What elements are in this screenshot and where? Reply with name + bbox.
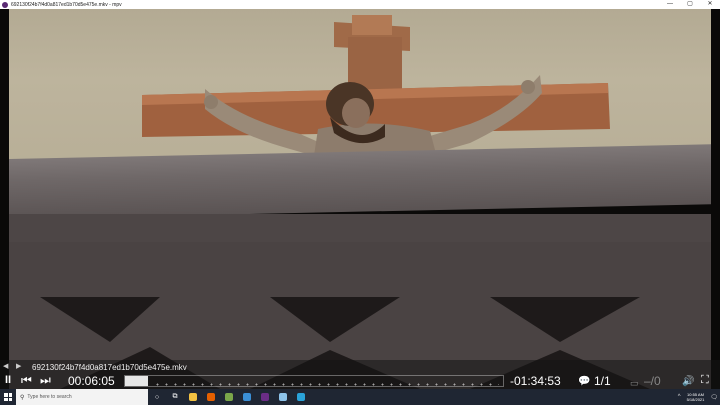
volume-button[interactable]: 🔊 bbox=[682, 375, 694, 389]
seek-bar-fill bbox=[125, 376, 148, 386]
seek-bar[interactable] bbox=[124, 375, 504, 387]
taskbar-apps: ○ ⧉ bbox=[148, 389, 310, 405]
media-title: 692130f24b7f4d0a817ed1b70d5e475e.mkv bbox=[32, 363, 187, 372]
edge-icon[interactable] bbox=[292, 389, 310, 405]
cortana-icon[interactable]: ○ bbox=[148, 389, 166, 405]
audio-track[interactable]: –/0 bbox=[644, 374, 661, 388]
title-bar[interactable]: 692130f24b7f4d0a817ed1b70d5e475e.mkv - m… bbox=[0, 0, 720, 9]
firefox-icon[interactable] bbox=[202, 389, 220, 405]
chapter-next-button[interactable]: ⏭ bbox=[40, 373, 51, 387]
maximize-button[interactable]: ▢ bbox=[680, 0, 700, 9]
file-explorer-icon[interactable] bbox=[184, 389, 202, 405]
subtitle-track[interactable]: 1/1 bbox=[594, 374, 611, 388]
fullscreen-button[interactable]: ⛶ bbox=[701, 373, 709, 387]
railing-band bbox=[9, 214, 711, 242]
mpv-icon[interactable] bbox=[256, 389, 274, 405]
mpv-window: 692130f24b7f4d0a817ed1b70d5e475e.mkv - m… bbox=[0, 0, 720, 405]
window-controls: — ▢ ✕ bbox=[660, 0, 720, 9]
window-title: 692130f24b7f4d0a817ed1b70d5e475e.mkv - m… bbox=[11, 1, 122, 8]
mpv-app-icon bbox=[2, 1, 8, 8]
player-controls: ◀ ▶ 692130f24b7f4d0a817ed1b70d5e475e.mkv… bbox=[0, 360, 720, 389]
app-icon-2[interactable] bbox=[238, 389, 256, 405]
app-icon-3[interactable] bbox=[274, 389, 292, 405]
minimize-button[interactable]: — bbox=[660, 0, 680, 9]
play-pause-button[interactable]: II bbox=[5, 373, 11, 387]
video-frame[interactable] bbox=[0, 9, 720, 389]
remaining-time[interactable]: -01:34:53 bbox=[510, 374, 561, 388]
app-icon-1[interactable] bbox=[220, 389, 238, 405]
seek-bar-ticks bbox=[153, 383, 499, 386]
clock-date: 5/18/2021 bbox=[686, 397, 705, 402]
system-tray: ^ 10:55 AM 5/18/2021 🗨 bbox=[676, 389, 720, 405]
start-button[interactable] bbox=[0, 389, 16, 405]
letterbox-right bbox=[711, 9, 720, 389]
taskbar-search-box[interactable]: ⚲ Type here to search bbox=[16, 389, 148, 405]
search-icon: ⚲ bbox=[20, 394, 25, 401]
windows-taskbar: ⚲ Type here to search ○ ⧉ ^ 10:55 AM 5/18… bbox=[0, 389, 720, 405]
letterbox-left bbox=[0, 9, 9, 389]
taskbar-clock[interactable]: 10:55 AM 5/18/2021 bbox=[687, 392, 705, 402]
task-view-icon[interactable]: ⧉ bbox=[166, 389, 184, 405]
close-button[interactable]: ✕ bbox=[700, 0, 720, 9]
chapter-prev-button[interactable]: ⏮ bbox=[21, 373, 32, 387]
elapsed-time[interactable]: 00:06:05 bbox=[68, 374, 115, 388]
playlist-prev-button[interactable]: ◀ bbox=[3, 362, 8, 370]
audio-icon[interactable]: ▭ bbox=[630, 376, 639, 390]
search-placeholder: Type here to search bbox=[27, 394, 72, 400]
playlist-next-button[interactable]: ▶ bbox=[16, 362, 21, 370]
tray-overflow-button[interactable]: ^ bbox=[678, 394, 681, 400]
notification-center-icon[interactable]: 🗨 bbox=[710, 394, 718, 401]
windows-logo-icon bbox=[4, 393, 12, 401]
subtitle-icon[interactable]: 💬 bbox=[578, 375, 590, 389]
